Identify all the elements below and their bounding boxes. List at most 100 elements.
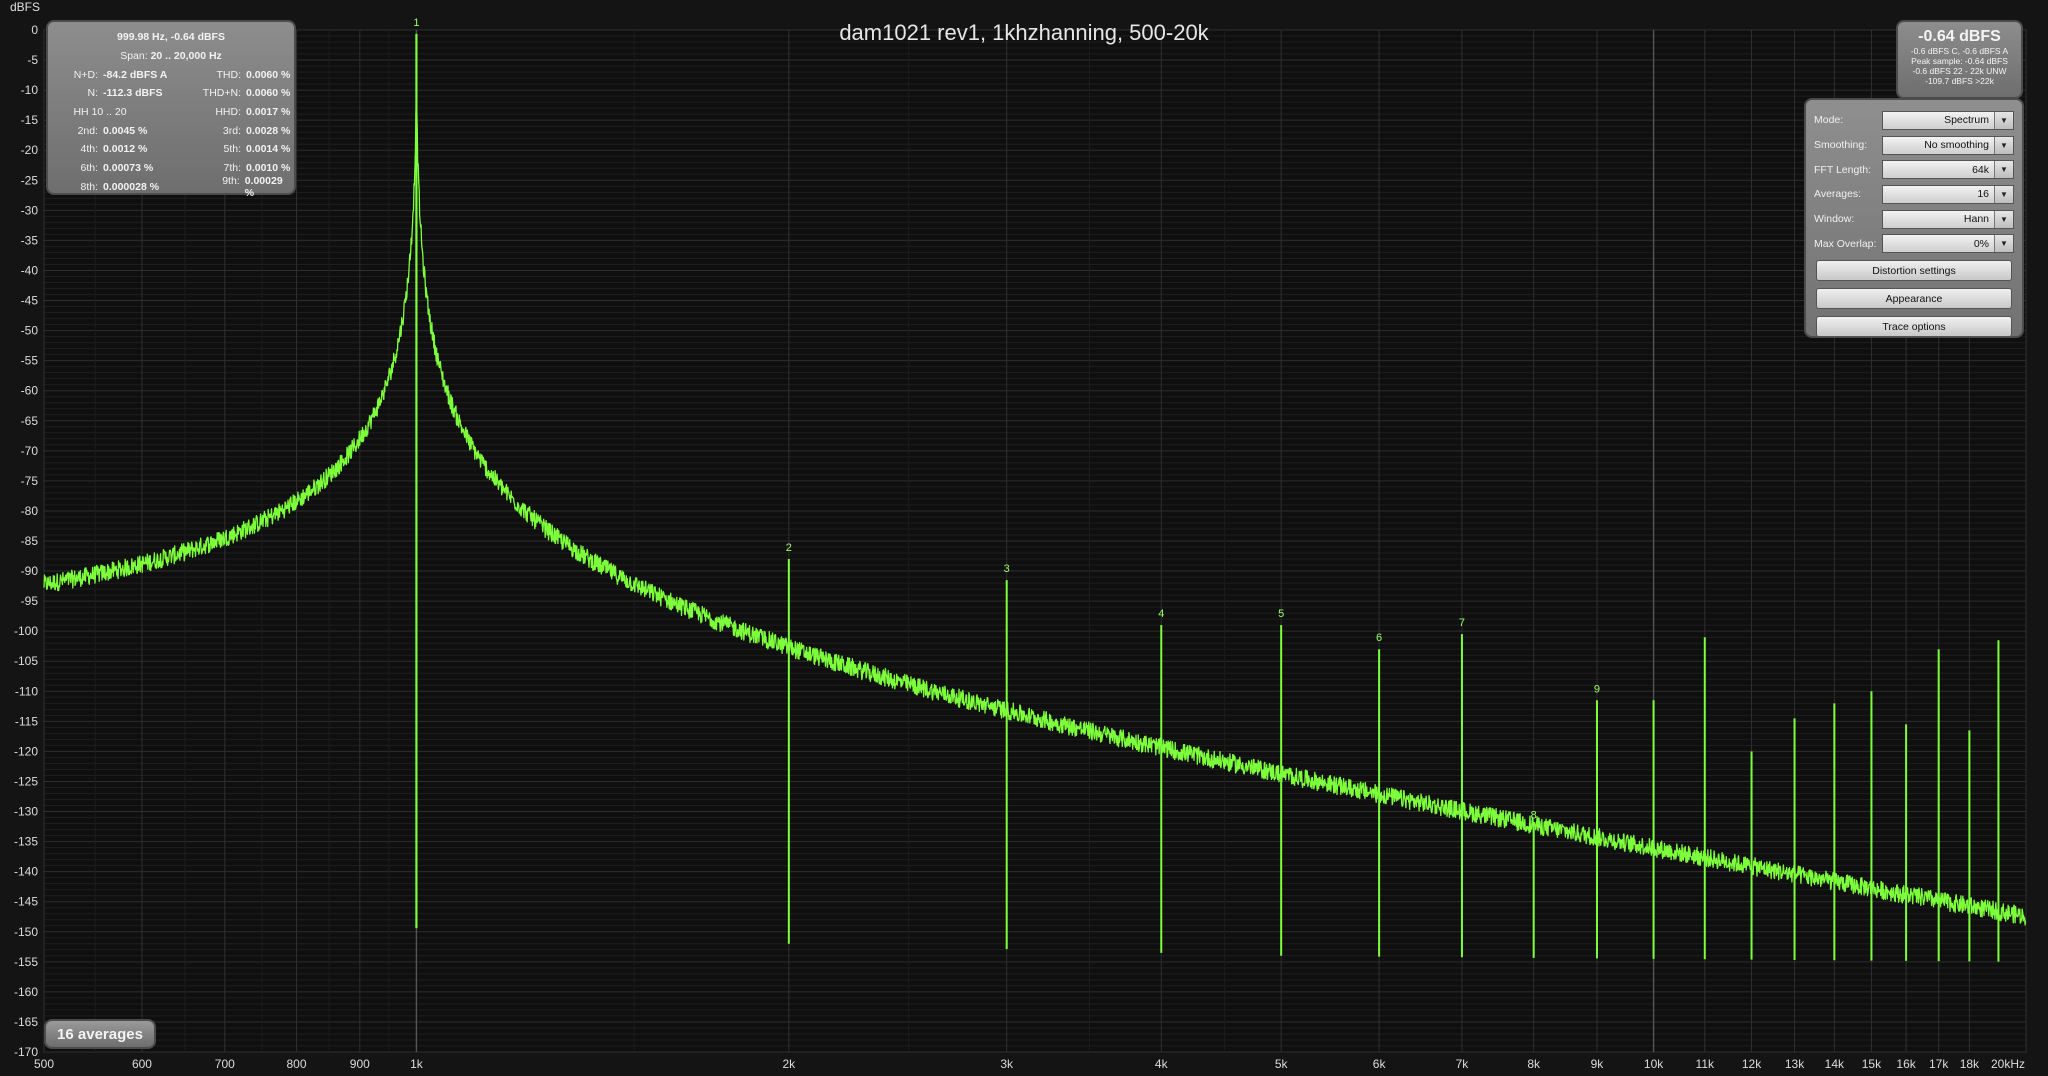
harmonic-label: 5 <box>1278 608 1284 620</box>
max-overlap-value: 0% <box>1973 237 1989 250</box>
smoothing-select[interactable]: No smoothing ▼ <box>1882 135 2014 155</box>
fft-length-setting: FFT Length: 64k ▼ <box>1814 157 2014 182</box>
thdn-value: 0.0060 % <box>246 87 291 100</box>
spectrum-plot[interactable]: 0 -5 -10 -15 -20 -25 -30 -35 -40 -45 -50 -55 -60 -65 -… <box>0 0 2048 1076</box>
h2-value: 0.0045 % <box>103 124 148 137</box>
x-tick-label: 2k <box>782 1057 796 1071</box>
x-tick-label: 900 <box>350 1057 370 1071</box>
x-tick-label: 800 <box>287 1057 307 1071</box>
y-tick-label: -70 <box>21 444 39 458</box>
y-tick-label: -160 <box>14 985 38 999</box>
h4-value: 0.0012 % <box>103 143 148 156</box>
max-overlap-setting: Max Overlap: 0% ▼ <box>1814 231 2014 256</box>
y-tick-label: -40 <box>21 263 39 277</box>
y-tick-label: -15 <box>21 113 39 127</box>
x-tick-label: 700 <box>215 1057 235 1071</box>
y-tick-label: -150 <box>14 925 38 939</box>
chevron-down-icon[interactable]: ▼ <box>1994 136 2013 154</box>
y-tick-label: -60 <box>21 384 39 398</box>
y-axis-unit: dBFS <box>10 0 41 14</box>
y-tick-label: -65 <box>21 414 39 428</box>
n-label: N: <box>87 87 99 100</box>
nd-value: -84.2 dBFS A <box>103 68 168 81</box>
h4-label: 4th: <box>80 143 98 156</box>
max-overlap-select[interactable]: 0% ▼ <box>1882 234 2014 254</box>
averages-badge: 16 averages <box>44 1019 156 1049</box>
y-tick-label: -125 <box>14 774 38 788</box>
x-tick-label: 9k <box>1591 1057 1605 1071</box>
chevron-down-icon[interactable]: ▼ <box>1994 210 2013 228</box>
y-tick-label: -130 <box>14 805 38 819</box>
mode-label: Mode: <box>1814 114 1844 127</box>
mode-select[interactable]: Spectrum ▼ <box>1882 110 2014 130</box>
fundamental-readout: 999.98 Hz, -0.64 dBFS <box>48 28 294 47</box>
max-overlap-label: Max Overlap: <box>1814 237 1877 250</box>
peak-level-panel[interactable]: -0.64 dBFS -0.6 dBFS C, -0.6 dBFS A Peak… <box>1896 20 2023 99</box>
harmonics-row-8-9: 8th: 0.000028 % 9th: 0.00029 % <box>48 174 294 199</box>
h9-value: 0.00029 % <box>244 174 283 199</box>
y-tick-label: -110 <box>15 684 38 698</box>
y-tick-label: 0 <box>31 23 38 37</box>
h8-label: 8th: <box>80 180 98 193</box>
window-label: Window: <box>1814 213 1855 226</box>
y-tick-label: -90 <box>21 564 39 578</box>
y-tick-label: -20 <box>21 143 39 157</box>
h9-label: 9th: <box>222 174 240 187</box>
h7-label: 7th: <box>223 162 241 175</box>
x-tick-label: 500 <box>34 1057 54 1071</box>
window-value: Hann <box>1963 213 1989 226</box>
chevron-down-icon[interactable]: ▼ <box>1994 185 2013 203</box>
averages-setting: Averages: 16 ▼ <box>1814 182 2014 207</box>
fft-length-select[interactable]: 64k ▼ <box>1882 160 2014 180</box>
x-tick-label: 11k <box>1696 1057 1715 1071</box>
n-value: -112.3 dBFS <box>103 87 163 100</box>
peak-weighted-levels: -0.6 dBFS C, -0.6 dBFS A <box>1910 46 2009 56</box>
harmonic-label: 3 <box>1004 563 1010 575</box>
chevron-down-icon[interactable]: ▼ <box>1994 111 2013 129</box>
appearance-button[interactable]: Appearance <box>1816 288 2012 310</box>
x-tick-label: 13k <box>1785 1057 1805 1071</box>
hh-range-label: HH 10 .. 20 <box>73 106 127 119</box>
h2-label: 2nd: <box>77 124 98 137</box>
x-tick-label: 12k <box>1742 1057 1762 1071</box>
chevron-down-icon[interactable]: ▼ <box>1994 161 2013 179</box>
window-setting: Window: Hann ▼ <box>1814 207 2014 232</box>
fft-length-label: FFT Length: <box>1814 163 1872 176</box>
h5-value: 0.0014 % <box>246 143 291 156</box>
trace-options-button[interactable]: Trace options <box>1816 316 2012 338</box>
averages-label: Averages: <box>1814 188 1862 201</box>
peak-level-value: -0.64 dBFS <box>1918 28 2001 45</box>
x-tick-label: 18k <box>1960 1057 1980 1071</box>
harmonics-row-4-5: 4th: 0.0012 % 5th: 0.0014 % <box>48 140 294 159</box>
thd-value: 0.0060 % <box>246 68 291 81</box>
x-tick-label: 15k <box>1862 1057 1882 1071</box>
x-tick-label: 10k <box>1644 1057 1664 1071</box>
x-tick-label: 5k <box>1275 1057 1289 1071</box>
fft-length-value: 64k <box>1972 163 1989 176</box>
x-tick-label: 17k <box>1929 1057 1949 1071</box>
y-tick-label: -35 <box>21 233 39 247</box>
averages-select[interactable]: 16 ▼ <box>1882 184 2014 204</box>
h8-value: 0.000028 % <box>103 180 160 193</box>
distortion-readout-panel[interactable]: 999.98 Hz, -0.64 dBFS Span: 20 .. 20,000… <box>46 20 296 199</box>
distortion-settings-button[interactable]: Distortion settings <box>1816 260 2012 282</box>
y-tick-label: -25 <box>21 173 39 187</box>
smoothing-label: Smoothing: <box>1814 139 1868 152</box>
hhd-value: 0.0017 % <box>246 106 291 119</box>
h7-value: 0.0010 % <box>246 162 291 175</box>
window-select[interactable]: Hann ▼ <box>1882 209 2014 229</box>
harmonic-label: 2 <box>786 542 792 554</box>
y-tick-label: -75 <box>21 474 39 488</box>
h3-label: 3rd: <box>222 124 241 137</box>
harmonic-label: 9 <box>1594 683 1600 695</box>
y-tick-label: -115 <box>15 714 38 728</box>
y-tick-label: -30 <box>21 203 39 217</box>
h6-value: 0.00073 % <box>103 162 154 175</box>
y-tick-label: -95 <box>21 594 39 608</box>
harmonic-label: 6 <box>1376 632 1382 644</box>
y-tick-label: -140 <box>14 865 38 879</box>
chevron-down-icon[interactable]: ▼ <box>1994 235 2013 253</box>
y-tick-label: -155 <box>14 955 38 969</box>
smoothing-setting: Smoothing: No smoothing ▼ <box>1814 133 2014 158</box>
y-tick-label: -55 <box>21 354 39 368</box>
